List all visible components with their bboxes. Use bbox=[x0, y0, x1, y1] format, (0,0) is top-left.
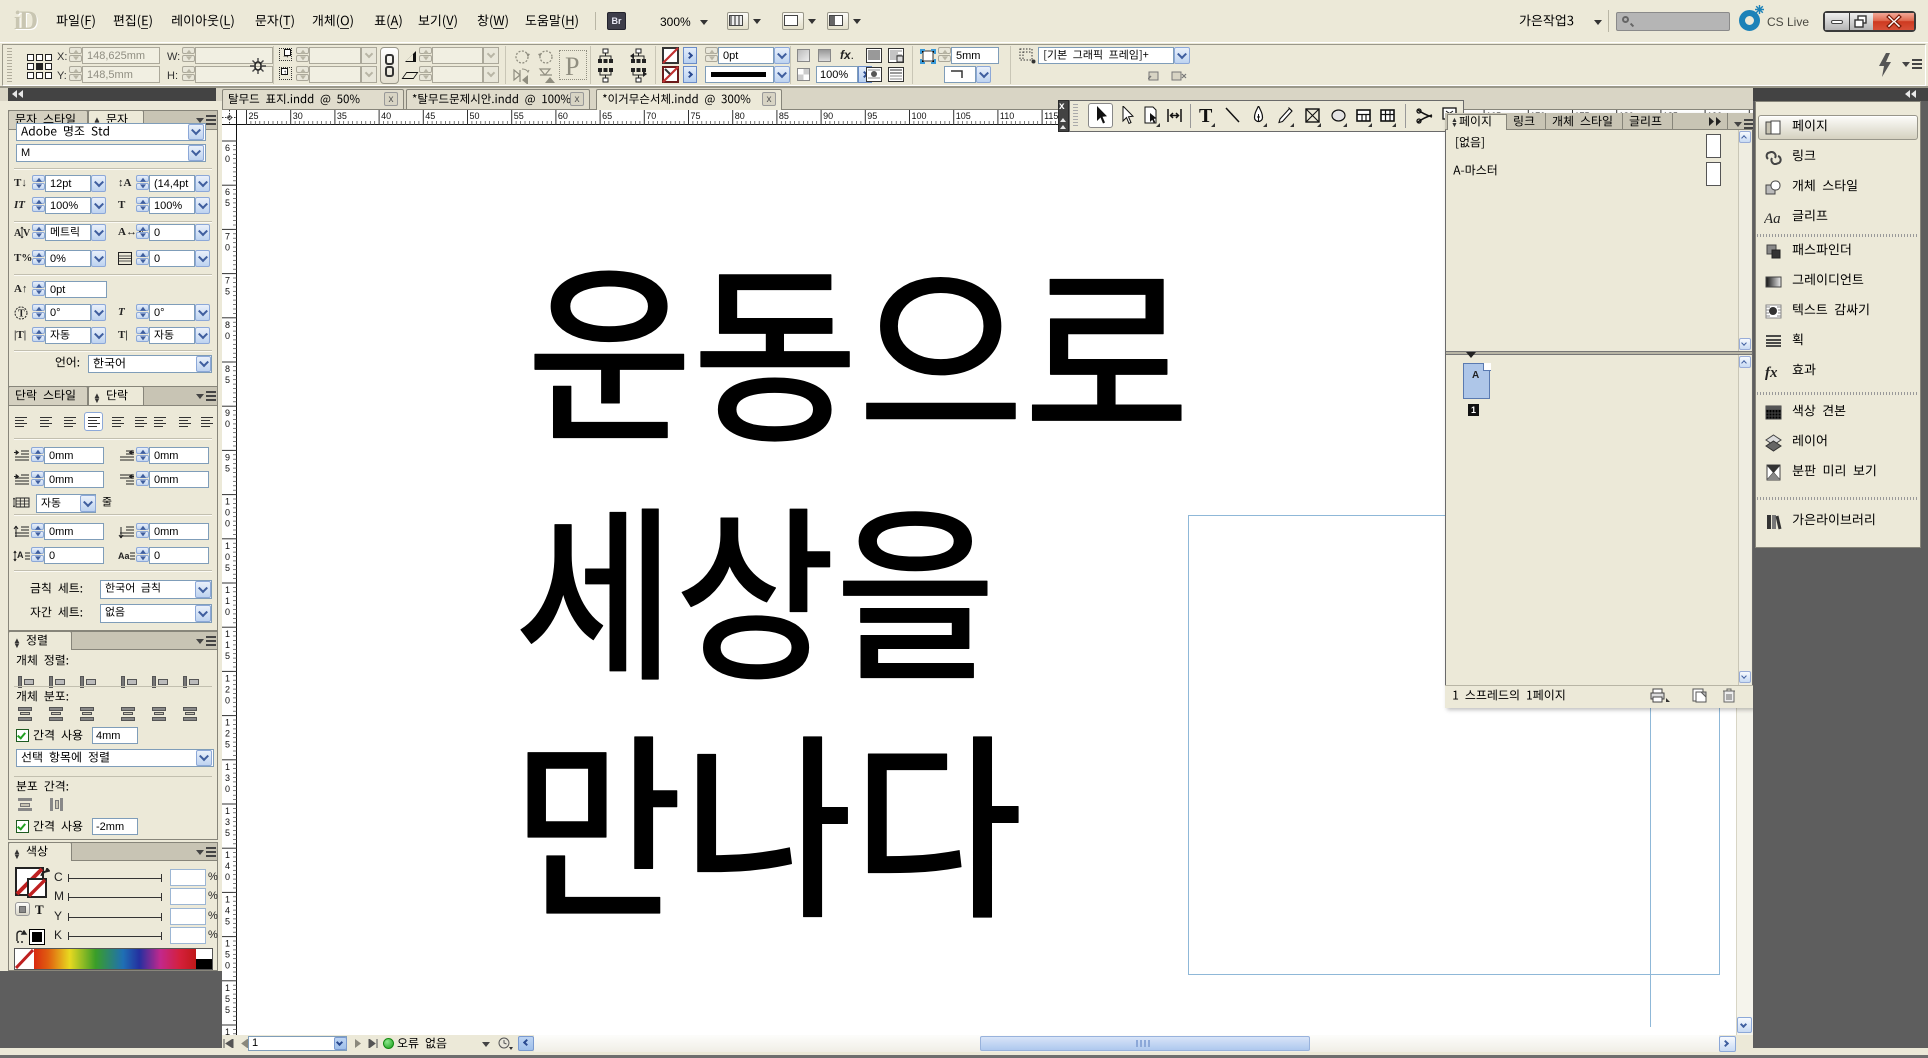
svg-text:1: 1 bbox=[225, 629, 230, 639]
svg-text:1: 1 bbox=[225, 762, 230, 772]
svg-text:0: 0 bbox=[225, 419, 230, 429]
svg-text:30: 30 bbox=[293, 111, 303, 121]
svg-text:90: 90 bbox=[823, 111, 833, 121]
svg-text:1: 1 bbox=[225, 806, 230, 816]
svg-text:1: 1 bbox=[225, 718, 230, 728]
svg-text:2: 2 bbox=[225, 729, 230, 739]
svg-text:1: 1 bbox=[225, 1027, 230, 1035]
svg-text:70: 70 bbox=[646, 111, 656, 121]
svg-text:5: 5 bbox=[225, 1005, 230, 1015]
svg-text:0: 0 bbox=[225, 784, 230, 794]
svg-text:1: 1 bbox=[225, 673, 230, 683]
svg-text:6: 6 bbox=[225, 187, 230, 197]
svg-text:110: 110 bbox=[1000, 111, 1014, 121]
svg-text:0: 0 bbox=[225, 552, 230, 562]
svg-text:0: 0 bbox=[225, 695, 230, 705]
svg-text:5: 5 bbox=[225, 198, 230, 208]
svg-text:1: 1 bbox=[225, 585, 230, 595]
svg-text:60: 60 bbox=[558, 111, 568, 121]
svg-text:1: 1 bbox=[225, 541, 230, 551]
svg-text:100: 100 bbox=[912, 111, 927, 121]
svg-text:65: 65 bbox=[602, 111, 612, 121]
svg-text:5: 5 bbox=[225, 950, 230, 960]
svg-text:8: 8 bbox=[225, 364, 230, 374]
svg-text:8: 8 bbox=[225, 320, 230, 330]
svg-text:105: 105 bbox=[956, 111, 971, 121]
svg-text:5: 5 bbox=[225, 463, 230, 473]
svg-text:2: 2 bbox=[225, 684, 230, 694]
svg-text:5: 5 bbox=[225, 740, 230, 750]
svg-text:4: 4 bbox=[225, 905, 230, 915]
svg-text:0: 0 bbox=[225, 519, 230, 529]
svg-text:Aa: Aa bbox=[118, 551, 130, 561]
svg-text:85: 85 bbox=[779, 111, 789, 121]
svg-text:4: 4 bbox=[225, 861, 230, 871]
svg-text:3: 3 bbox=[225, 817, 230, 827]
svg-text:T: T bbox=[18, 309, 25, 320]
svg-text:75: 75 bbox=[691, 111, 701, 121]
svg-text:1: 1 bbox=[225, 939, 230, 949]
svg-text:5: 5 bbox=[225, 651, 230, 661]
svg-text:3: 3 bbox=[225, 773, 230, 783]
svg-text:35: 35 bbox=[337, 111, 347, 121]
svg-text:fx: fx bbox=[1765, 365, 1778, 381]
svg-text:6: 6 bbox=[225, 143, 230, 153]
svg-text:50: 50 bbox=[470, 111, 480, 121]
svg-text:5: 5 bbox=[225, 828, 230, 838]
svg-text:0: 0 bbox=[225, 331, 230, 341]
svg-text:55: 55 bbox=[514, 111, 524, 121]
svg-text:0: 0 bbox=[225, 508, 230, 518]
svg-text:A: A bbox=[14, 228, 22, 239]
svg-text:A: A bbox=[17, 550, 24, 560]
svg-text:5: 5 bbox=[225, 916, 230, 926]
svg-text:9: 9 bbox=[225, 452, 230, 462]
svg-text:115: 115 bbox=[1044, 111, 1058, 121]
svg-text:80: 80 bbox=[735, 111, 745, 121]
svg-text:1: 1 bbox=[225, 983, 230, 993]
svg-text:25: 25 bbox=[249, 111, 259, 121]
svg-text:0: 0 bbox=[225, 242, 230, 252]
svg-text:5: 5 bbox=[225, 563, 230, 573]
svg-text:5: 5 bbox=[225, 287, 230, 297]
svg-text:5: 5 bbox=[225, 375, 230, 385]
svg-text:0: 0 bbox=[225, 607, 230, 617]
svg-text:7: 7 bbox=[225, 231, 230, 241]
svg-text:1: 1 bbox=[225, 497, 230, 507]
svg-text:7: 7 bbox=[225, 276, 230, 286]
svg-text:9: 9 bbox=[225, 408, 230, 418]
svg-text:V: V bbox=[23, 228, 30, 239]
svg-text:Aa: Aa bbox=[1764, 211, 1781, 227]
svg-text:45: 45 bbox=[425, 111, 435, 121]
svg-text:1: 1 bbox=[225, 596, 230, 606]
svg-text:5: 5 bbox=[225, 994, 230, 1004]
svg-text:40: 40 bbox=[381, 111, 391, 121]
svg-text:0: 0 bbox=[225, 154, 230, 164]
svg-text:1: 1 bbox=[225, 640, 230, 650]
svg-text:1: 1 bbox=[225, 894, 230, 904]
svg-text:0: 0 bbox=[225, 961, 230, 971]
svg-text:0: 0 bbox=[225, 872, 230, 882]
svg-text:95: 95 bbox=[867, 111, 877, 121]
svg-text:1: 1 bbox=[225, 850, 230, 860]
